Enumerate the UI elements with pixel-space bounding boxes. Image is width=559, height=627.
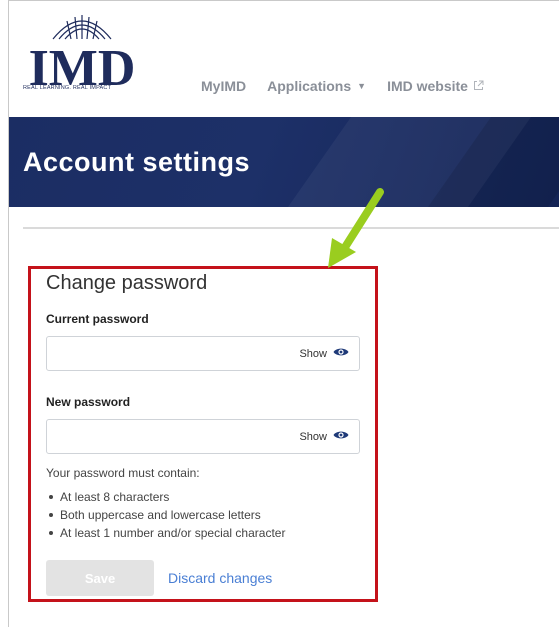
new-password-label: New password (46, 395, 131, 409)
logo-tagline: REAL LEARNING. REAL IMPACT (23, 85, 112, 91)
top-nav: MyIMD Applications ▼ IMD website (201, 78, 505, 94)
show-toggle-label: Show (299, 347, 327, 360)
show-toggle-label: Show (299, 430, 327, 443)
nav-imd-website[interactable]: IMD website (387, 78, 484, 94)
change-password-form: Change password Current password Show Ne… (46, 270, 366, 596)
save-button[interactable]: Save (46, 560, 154, 596)
annotation-arrow-icon (322, 186, 392, 277)
nav-applications[interactable]: Applications ▼ (267, 78, 366, 94)
requirement-item: At least 1 number and/or special charact… (46, 526, 366, 540)
page-banner: Account settings (9, 117, 559, 207)
chevron-down-icon: ▼ (357, 81, 367, 91)
new-password-field[interactable]: Show (46, 419, 360, 454)
nav-imd-website-label: IMD website (387, 78, 468, 94)
nav-applications-label: Applications (267, 78, 352, 94)
password-requirements-list: At least 8 characters Both uppercase and… (46, 490, 366, 540)
external-link-icon (473, 78, 484, 94)
logo-wordmark: IMD (29, 40, 136, 89)
form-actions: Save Discard changes (46, 560, 366, 596)
new-password-show-toggle[interactable]: Show (299, 430, 349, 443)
nav-myimd[interactable]: MyIMD (201, 78, 246, 94)
eye-icon (333, 347, 349, 360)
discard-changes-link[interactable]: Discard changes (168, 570, 272, 586)
page-title: Account settings (23, 147, 251, 177)
current-password-show-toggle[interactable]: Show (299, 347, 349, 360)
current-password-field[interactable]: Show (46, 336, 360, 371)
eye-icon (333, 430, 349, 443)
section-title: Change password (46, 272, 208, 294)
imd-logo-icon: IMD (29, 15, 136, 89)
nav-myimd-label: MyIMD (201, 78, 247, 94)
password-requirements-intro: Your password must contain: (46, 466, 200, 480)
requirement-item: At least 8 characters (46, 490, 366, 504)
site-header: IMD REAL LEARNING. REAL IMPACT MyIMD App… (9, 1, 559, 117)
current-password-label: Current password (46, 312, 149, 326)
requirement-item: Both uppercase and lowercase letters (46, 508, 366, 522)
